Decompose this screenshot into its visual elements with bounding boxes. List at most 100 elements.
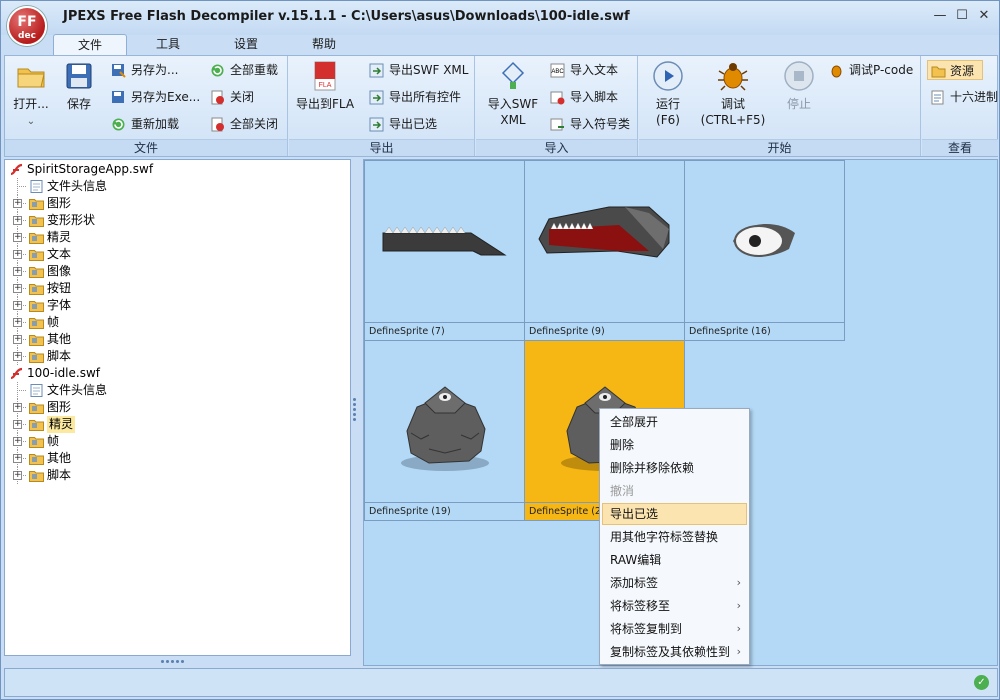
debug-button[interactable]: 调试 (CTRL+F5) bbox=[695, 60, 771, 128]
expand-toggle-icon[interactable]: + bbox=[13, 454, 22, 463]
tab-tools[interactable]: 工具 bbox=[136, 34, 200, 55]
context-menu-item[interactable]: 删除并移除依赖 bbox=[602, 457, 747, 479]
save-as-exe-button[interactable]: 另存为Exe... bbox=[111, 87, 200, 107]
export-fla-label: 导出到FLA bbox=[295, 97, 355, 111]
close-file-button[interactable]: 关闭 bbox=[210, 87, 254, 107]
tree-node[interactable]: + 其他 bbox=[5, 450, 345, 467]
expand-toggle-icon[interactable]: + bbox=[13, 216, 22, 225]
sprite-cell[interactable]: DefineSprite (16) bbox=[684, 160, 845, 341]
tree-node[interactable]: + 图形 bbox=[5, 195, 345, 212]
resources-view-button[interactable]: 资源 bbox=[927, 60, 983, 80]
expand-toggle-icon[interactable]: + bbox=[13, 250, 22, 259]
resource-tree[interactable]: SpiritStorageApp.swf 文件头信息 + 图形 + 变形形状 + 精灵 + 文本 +… bbox=[4, 159, 351, 656]
tree-node[interactable]: + 字体 bbox=[5, 297, 345, 314]
tab-settings[interactable]: 设置 bbox=[214, 34, 278, 55]
export-all-button[interactable]: 导出所有控件 bbox=[369, 87, 461, 107]
import-script-button[interactable]: 导入脚本 bbox=[550, 87, 618, 107]
export-swf-xml-button[interactable]: 导出SWF XML bbox=[369, 60, 468, 80]
tree-node[interactable]: + 精灵 bbox=[5, 416, 345, 433]
sprite-cell[interactable]: DefineSprite (9) bbox=[524, 160, 685, 341]
save-button[interactable]: 保存 bbox=[61, 60, 97, 112]
app-logo-icon[interactable]: FF dec bbox=[7, 6, 47, 46]
tree-node[interactable]: + 帧 bbox=[5, 314, 345, 331]
stop-button[interactable]: 停止 bbox=[779, 60, 819, 112]
sprites-folder-icon bbox=[29, 420, 44, 431]
hex-view-button[interactable]: 十六进制 bbox=[930, 87, 998, 107]
tree-node[interactable]: + 帧 bbox=[5, 433, 345, 450]
expand-toggle-icon[interactable]: + bbox=[13, 233, 22, 242]
title-bar[interactable]: FF dec JPEXS Free Flash Decompiler v.15.1… bbox=[1, 1, 999, 46]
open-button[interactable]: 打开... ⌄ bbox=[11, 60, 51, 130]
tree-node[interactable]: + 脚本 bbox=[5, 467, 345, 484]
expand-toggle-icon[interactable]: + bbox=[13, 199, 22, 208]
expand-toggle-icon[interactable]: + bbox=[13, 318, 22, 327]
tree-node[interactable]: 文件头信息 bbox=[5, 382, 345, 399]
tree-node[interactable]: + 图像 bbox=[5, 263, 345, 280]
sprite-cell[interactable]: DefineSprite (7) bbox=[364, 160, 525, 341]
app-window: FF dec JPEXS Free Flash Decompiler v.15.1… bbox=[0, 0, 1000, 700]
import-symbol-class-button[interactable]: 导入符号类 bbox=[550, 114, 630, 134]
tree-node[interactable]: + 变形形状 bbox=[5, 212, 345, 229]
tree-node[interactable]: + 按钮 bbox=[5, 280, 345, 297]
reload-all-button[interactable]: 全部重载 bbox=[210, 60, 278, 80]
export-fla-button[interactable]: FLA 导出到FLA bbox=[293, 60, 357, 112]
run-shortcut-label: (F6) bbox=[656, 113, 680, 127]
chevron-down-icon: ⌄ bbox=[26, 116, 36, 127]
import-swf-xml-button[interactable]: 导入SWF XML bbox=[480, 60, 546, 128]
expand-toggle-icon[interactable]: + bbox=[13, 471, 22, 480]
save-as-button[interactable]: 另存为... bbox=[111, 60, 178, 80]
expand-toggle-icon[interactable]: + bbox=[13, 301, 22, 310]
tab-help[interactable]: 帮助 bbox=[292, 34, 356, 55]
context-menu-item[interactable]: 导出已选 bbox=[602, 503, 747, 525]
tree-node[interactable]: + 精灵 bbox=[5, 229, 345, 246]
import-group-label: 导入 bbox=[476, 139, 637, 156]
sprite-cell[interactable]: DefineSprite (19) bbox=[364, 340, 525, 521]
minimize-button[interactable]: — bbox=[931, 7, 949, 25]
context-menu-item[interactable]: 复制标签及其依赖性到 › bbox=[602, 641, 747, 663]
run-button[interactable]: 运行 (F6) bbox=[643, 60, 693, 128]
tab-file[interactable]: 文件 bbox=[53, 34, 127, 55]
context-menu-item[interactable]: 撤消 bbox=[602, 480, 747, 502]
export-selected-button[interactable]: 导出已选 bbox=[369, 114, 437, 134]
reload-button[interactable]: 重新加载 bbox=[111, 114, 179, 134]
tree-node[interactable]: + 其他 bbox=[5, 331, 345, 348]
context-menu-item[interactable]: 用其他字符标签替换 bbox=[602, 526, 747, 548]
tree-node[interactable]: + 文本 bbox=[5, 246, 345, 263]
reload-label: 重新加载 bbox=[131, 117, 180, 131]
save-as-exe-label: 另存为Exe... bbox=[131, 90, 201, 104]
expand-toggle-icon[interactable]: + bbox=[13, 420, 22, 429]
view-group-label: 查看 bbox=[922, 139, 998, 156]
horizontal-splitter-handle[interactable] bbox=[161, 660, 193, 664]
debug-pcode-button[interactable]: 调试P-code bbox=[829, 60, 913, 80]
import-text-button[interactable]: ABC 导入文本 bbox=[550, 60, 618, 80]
expand-toggle-icon[interactable]: + bbox=[13, 267, 22, 276]
tree-node[interactable]: + 脚本 bbox=[5, 348, 345, 365]
svg-text:ABC: ABC bbox=[551, 69, 564, 75]
expand-toggle-icon[interactable]: + bbox=[13, 284, 22, 293]
close-button[interactable]: ✕ bbox=[975, 7, 993, 25]
expand-toggle-icon[interactable]: + bbox=[13, 437, 22, 446]
import-symbol-icon bbox=[550, 118, 564, 131]
context-menu-item[interactable]: 将标签复制到 › bbox=[602, 618, 747, 640]
context-menu-item[interactable]: 删除 bbox=[602, 434, 747, 456]
context-menu-item[interactable]: 添加标签 › bbox=[602, 572, 747, 594]
context-menu: 全部展开 删除 删除并移除依赖 撤消 导出已选 用其他字符标签替换 RAW编辑 添加标签 › 将标… bbox=[599, 408, 750, 665]
tree-node[interactable]: 100-idle.swf bbox=[5, 365, 345, 382]
maximize-button[interactable]: ☐ bbox=[953, 7, 971, 25]
context-menu-item-label: 将标签移至 bbox=[610, 599, 671, 613]
tree-node[interactable]: SpiritStorageApp.swf bbox=[5, 161, 345, 178]
debug-shortcut-label: (CTRL+F5) bbox=[700, 113, 766, 127]
context-menu-item[interactable]: 全部展开 bbox=[602, 411, 747, 433]
vertical-splitter-handle[interactable] bbox=[353, 396, 357, 428]
context-menu-item[interactable]: RAW编辑 bbox=[602, 549, 747, 571]
context-menu-item[interactable]: 将标签移至 › bbox=[602, 595, 747, 617]
expand-toggle-icon[interactable]: + bbox=[13, 403, 22, 412]
tree-node[interactable]: + 图形 bbox=[5, 399, 345, 416]
export-selected-label: 导出已选 bbox=[389, 117, 438, 131]
tree-node-label: 按钮 bbox=[47, 281, 72, 295]
expand-toggle-icon[interactable]: + bbox=[13, 352, 22, 361]
expand-toggle-icon[interactable]: + bbox=[13, 335, 22, 344]
close-all-button[interactable]: 全部关闭 bbox=[210, 114, 278, 134]
tree-node[interactable]: 文件头信息 bbox=[5, 178, 345, 195]
stop-icon bbox=[784, 61, 814, 91]
